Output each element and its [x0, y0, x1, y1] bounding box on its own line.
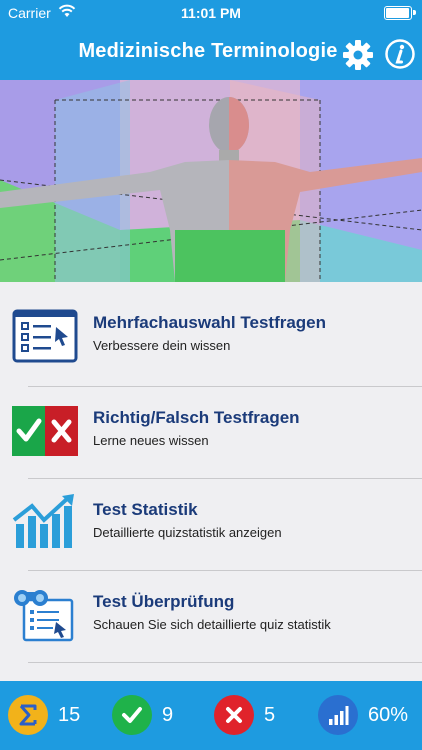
menu-item-title: Test Statistik — [93, 500, 198, 519]
menu-item-title: Richtig/Falsch Testfragen — [93, 408, 300, 427]
correct-answers-stat: 9 — [112, 695, 173, 735]
divider — [28, 662, 422, 663]
wrong-answers-stat: 5 — [214, 695, 275, 735]
percent-value: 60% — [368, 703, 409, 726]
signal-bars-icon — [318, 695, 358, 735]
menu-item-statistics[interactable]: Test Statistik Detaillierte quizstatisti… — [0, 469, 422, 559]
stats-footer: 15 9 5 60% — [0, 681, 422, 750]
statistics-chart-icon — [12, 494, 74, 548]
menu-item-title: Mehrfachauswahl Testfragen — [93, 313, 327, 332]
menu-item-subtitle: Lerne neues wissen — [93, 433, 209, 448]
review-binoculars-icon — [14, 590, 74, 642]
checklist-icon — [12, 309, 78, 363]
info-icon[interactable] — [384, 38, 416, 70]
wrong-count: 5 — [264, 703, 276, 726]
status-bar: Carrier 11:01 PM — [0, 0, 422, 26]
correct-count: 9 — [162, 703, 174, 726]
true-false-icon — [12, 406, 78, 456]
menu-item-title: Test Überprüfung — [93, 592, 235, 611]
menu-item-true-false[interactable]: Richtig/Falsch Testfragen Lerne neues wi… — [0, 377, 422, 467]
checkmark-icon — [112, 695, 152, 735]
percent-stat: 60% — [318, 695, 408, 735]
gear-icon[interactable] — [342, 39, 374, 71]
menu-item-subtitle: Detaillierte quizstatistik anzeigen — [93, 525, 282, 540]
menu-item-multiple-choice[interactable]: Mehrfachauswahl Testfragen Verbessere de… — [0, 282, 422, 372]
app-header: Carrier 11:01 PM Medizinische Terminolog… — [0, 0, 422, 80]
menu-item-review[interactable]: Test Überprüfung Schauen Sie sich detail… — [0, 561, 422, 651]
total-count: 15 — [58, 703, 81, 726]
anatomy-planes-image — [0, 80, 422, 282]
menu-item-subtitle: Verbessere dein wissen — [93, 338, 231, 353]
total-questions-stat: 15 — [8, 695, 80, 735]
cross-icon — [214, 695, 254, 735]
clock: 11:01 PM — [181, 5, 241, 21]
battery-icon — [384, 6, 416, 20]
sigma-icon — [8, 695, 48, 735]
menu-item-subtitle: Schauen Sie sich detaillierte quiz stati… — [93, 617, 331, 632]
